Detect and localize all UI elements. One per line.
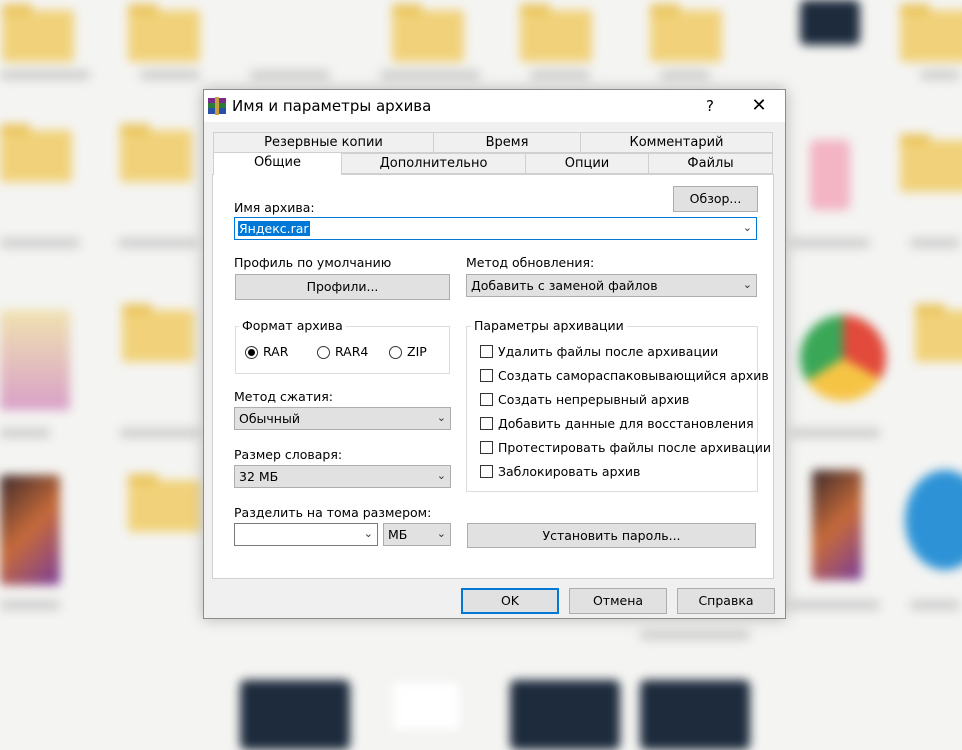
chevron-down-icon[interactable]: ⌄ xyxy=(743,221,752,234)
folder-icon xyxy=(392,4,464,62)
checkbox-delete-files-label[interactable]: Удалить файлы после архивации xyxy=(498,344,718,359)
chevron-down-icon[interactable]: ⌄ xyxy=(364,527,373,540)
checkbox-sfx[interactable] xyxy=(480,369,493,382)
options-group-title: Параметры архивации xyxy=(471,318,627,333)
general-panel: Имя архива: Обзор... Яндекс.rar ⌄ Профил… xyxy=(212,174,774,579)
checkbox-recovery-label[interactable]: Добавить данные для восстановления xyxy=(498,416,754,431)
dictionary-value: 32 МБ xyxy=(239,469,279,484)
file-icon xyxy=(390,680,462,732)
folder-icon xyxy=(915,304,962,362)
checkbox-recovery[interactable] xyxy=(480,417,493,430)
title-bar[interactable]: Имя и параметры архива ? ✕ xyxy=(204,90,785,122)
profile-label: Профиль по умолчанию xyxy=(234,255,392,270)
update-method-select[interactable]: Добавить с заменой файлов ⌄ xyxy=(466,274,757,297)
checkbox-solid[interactable] xyxy=(480,393,493,406)
radio-rar[interactable] xyxy=(245,346,258,359)
radio-rar4[interactable] xyxy=(317,346,330,359)
split-unit-value: МБ xyxy=(388,527,408,542)
folder-icon xyxy=(650,4,722,62)
app-icon xyxy=(905,470,962,570)
profiles-button[interactable]: Профили... xyxy=(235,274,450,300)
tab-backup[interactable]: Резервные копии xyxy=(213,132,434,153)
help-title-button[interactable]: ? xyxy=(688,90,732,122)
tab-general[interactable]: Общие xyxy=(213,152,342,175)
split-unit-select[interactable]: МБ ⌄ xyxy=(383,523,451,546)
cancel-button[interactable]: Отмена xyxy=(569,588,667,614)
checkbox-lock-label[interactable]: Заблокировать архив xyxy=(498,464,640,479)
split-label: Разделить на тома размером: xyxy=(234,505,432,520)
app-tile-icon xyxy=(800,0,860,45)
folder-icon xyxy=(900,134,962,192)
ok-button[interactable]: OK xyxy=(461,588,559,614)
tab-advanced[interactable]: Дополнительно xyxy=(341,153,526,174)
update-method-value: Добавить с заменой файлов xyxy=(471,278,658,293)
archive-name-label: Имя архива: xyxy=(234,200,315,215)
checkbox-sfx-label[interactable]: Создать самораспаковывающийся архив xyxy=(498,368,769,383)
folder-icon xyxy=(120,124,192,182)
checkbox-delete-files[interactable] xyxy=(480,345,493,358)
folder-icon xyxy=(2,4,74,62)
radio-zip[interactable] xyxy=(389,346,402,359)
dictionary-select[interactable]: 32 МБ ⌄ xyxy=(234,465,451,488)
help-button[interactable]: Справка xyxy=(677,588,775,614)
photo-icon xyxy=(812,470,862,580)
set-password-button[interactable]: Установить пароль... xyxy=(467,523,756,548)
folder-icon xyxy=(128,474,200,532)
checkbox-test-label[interactable]: Протестировать файлы после архивации xyxy=(498,440,771,455)
archive-name-input[interactable]: Яндекс.rar ⌄ xyxy=(234,217,757,240)
folder-icon xyxy=(122,304,194,362)
chevron-down-icon: ⌄ xyxy=(436,527,446,540)
winrar-icon xyxy=(208,97,226,115)
radio-rar-label[interactable]: RAR xyxy=(263,344,288,359)
close-button[interactable]: ✕ xyxy=(734,90,784,122)
app-tile-icon xyxy=(640,680,750,750)
compression-select[interactable]: Обычный ⌄ xyxy=(234,407,451,430)
archive-name-value: Яндекс.rar xyxy=(238,221,310,236)
image-icon xyxy=(0,310,70,410)
compression-label: Метод сжатия: xyxy=(234,389,333,404)
app-icon xyxy=(810,140,850,210)
app-tile-icon xyxy=(510,680,620,750)
compression-value: Обычный xyxy=(239,411,300,426)
folder-icon xyxy=(520,4,592,62)
folder-icon xyxy=(0,124,72,182)
format-group-title: Формат архива xyxy=(239,318,346,333)
close-icon: ✕ xyxy=(751,95,767,116)
checkbox-test[interactable] xyxy=(480,441,493,454)
chevron-down-icon: ⌄ xyxy=(436,411,446,424)
archive-dialog: Имя и параметры архива ? ✕ Резервные коп… xyxy=(203,89,786,619)
checkbox-solid-label[interactable]: Создать непрерывный архив xyxy=(498,392,689,407)
update-method-label: Метод обновления: xyxy=(466,255,595,270)
dialog-title: Имя и параметры архива xyxy=(232,97,432,115)
tab-options[interactable]: Опции xyxy=(525,153,649,174)
tab-comment[interactable]: Комментарий xyxy=(580,132,773,153)
dictionary-label: Размер словаря: xyxy=(234,447,343,462)
photo-icon xyxy=(0,475,60,585)
chevron-down-icon: ⌄ xyxy=(436,469,446,482)
checkbox-lock[interactable] xyxy=(480,465,493,478)
radio-zip-label[interactable]: ZIP xyxy=(407,344,427,359)
radio-rar4-label[interactable]: RAR4 xyxy=(335,344,368,359)
tab-time[interactable]: Время xyxy=(433,132,581,153)
split-size-input[interactable]: ⌄ xyxy=(234,523,378,546)
chrome-icon xyxy=(800,315,886,401)
folder-icon xyxy=(900,4,962,62)
app-tile-icon xyxy=(240,680,350,750)
tab-files[interactable]: Файлы xyxy=(648,153,773,174)
browse-button[interactable]: Обзор... xyxy=(673,186,758,212)
folder-icon xyxy=(128,4,200,62)
chevron-down-icon: ⌄ xyxy=(742,278,752,291)
